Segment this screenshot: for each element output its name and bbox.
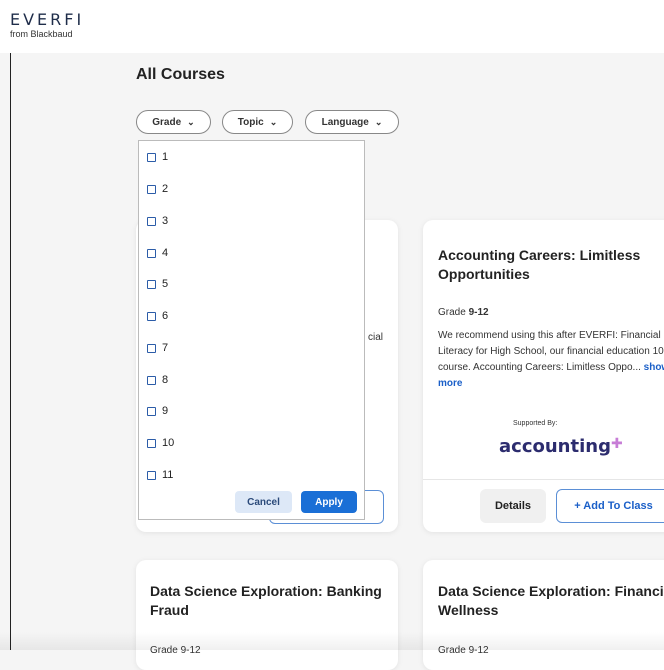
grade-filter-label: Grade xyxy=(152,116,182,128)
checkbox[interactable] xyxy=(147,216,156,226)
course-card-accounting: Accounting Careers: Limitless Opportunit… xyxy=(423,220,664,532)
grade-option-label: 10 xyxy=(162,437,175,449)
grade-option-label: 6 xyxy=(162,310,169,322)
grade-option-label: 4 xyxy=(162,247,169,259)
grade-option-3[interactable]: 3 xyxy=(147,215,168,227)
grade-option-9[interactable]: 9 xyxy=(147,405,168,417)
course-description: We recommend using this after EVERFI: Fi… xyxy=(438,328,664,392)
left-divider xyxy=(10,53,11,650)
apply-button[interactable]: Apply xyxy=(301,491,357,513)
logo-subtext: from Blackbaud xyxy=(10,29,73,39)
supported-by-label: Supported By: xyxy=(513,420,558,427)
bottom-shadow xyxy=(0,632,664,650)
language-filter-label: Language xyxy=(321,116,369,128)
grade-option-label: 2 xyxy=(162,183,169,195)
grade-option-label: 5 xyxy=(162,278,169,290)
chevron-down-icon: ⌄ xyxy=(187,116,195,127)
sponsor-logo: accounting✚ xyxy=(499,436,623,457)
grade-option-7[interactable]: 7 xyxy=(147,342,168,354)
grade-filter-button[interactable]: Grade ⌄ xyxy=(136,110,211,134)
grade-option-2[interactable]: 2 xyxy=(147,183,168,195)
course-title[interactable]: Accounting Careers: Limitless Opportunit… xyxy=(438,246,664,284)
grade-option-6[interactable]: 6 xyxy=(147,310,168,322)
grade-value: 9-12 xyxy=(468,307,489,318)
course-card-wellness: Data Science Exploration: Financial Well… xyxy=(423,560,664,670)
checkbox[interactable] xyxy=(147,279,156,289)
checkbox[interactable] xyxy=(147,406,156,416)
grade-label: Grade 9-12 xyxy=(438,307,489,318)
grade-option-11[interactable]: 11 xyxy=(147,469,173,481)
checkbox[interactable] xyxy=(147,184,156,194)
checkbox[interactable] xyxy=(147,248,156,258)
grade-option-5[interactable]: 5 xyxy=(147,278,168,290)
grade-option-label: 8 xyxy=(162,374,169,386)
logo-text: EVERFI xyxy=(10,10,85,29)
grade-option-10[interactable]: 10 xyxy=(147,437,174,449)
everfi-logo[interactable]: EVERFI from Blackbaud xyxy=(10,12,84,40)
add-to-class-button[interactable]: + Add To Class xyxy=(556,489,664,523)
top-header: EVERFI from Blackbaud xyxy=(0,0,664,53)
topic-filter-label: Topic xyxy=(237,116,264,128)
details-button[interactable]: Details xyxy=(480,489,546,523)
checkbox[interactable] xyxy=(147,311,156,321)
description-text: We recommend using this after EVERFI: Fi… xyxy=(438,330,664,373)
grade-prefix: Grade xyxy=(438,307,469,318)
chevron-down-icon: ⌄ xyxy=(269,116,278,127)
course-card-banking: Data Science Exploration: Banking Fraud … xyxy=(136,560,398,670)
checkbox[interactable] xyxy=(147,375,156,385)
sponsor-plus-icon: ✚ xyxy=(610,436,623,452)
checkbox[interactable] xyxy=(147,152,156,162)
grade-option-label: 9 xyxy=(162,405,169,417)
grade-option-8[interactable]: 8 xyxy=(147,374,168,386)
course-title[interactable]: Data Science Exploration: Banking Fraud xyxy=(150,582,390,620)
grade-dropdown-panel: 1 2 3 4 5 6 7 8 9 10 11 Cancel Apply xyxy=(138,140,365,520)
grade-option-4[interactable]: 4 xyxy=(147,247,168,259)
sponsor-name: accounting xyxy=(499,436,611,457)
grade-option-label: 11 xyxy=(162,469,174,481)
cancel-button[interactable]: Cancel xyxy=(235,491,292,513)
checkbox[interactable] xyxy=(147,470,156,480)
chevron-down-icon: ⌄ xyxy=(374,116,383,127)
page-title: All Courses xyxy=(136,66,225,83)
grade-option-label: 3 xyxy=(162,215,169,227)
checkbox[interactable] xyxy=(147,438,156,448)
language-filter-button[interactable]: Language ⌄ xyxy=(305,110,399,134)
grade-option-1[interactable]: 1 xyxy=(147,151,168,163)
card-divider xyxy=(423,479,664,480)
checkbox[interactable] xyxy=(147,343,156,353)
topic-filter-button[interactable]: Topic ⌄ xyxy=(222,110,293,134)
grade-option-label: 7 xyxy=(162,342,169,354)
course-title[interactable]: Data Science Exploration: Financial Well… xyxy=(438,582,664,620)
grade-option-label: 1 xyxy=(162,151,169,163)
card-text-fragment: cial xyxy=(368,332,384,343)
